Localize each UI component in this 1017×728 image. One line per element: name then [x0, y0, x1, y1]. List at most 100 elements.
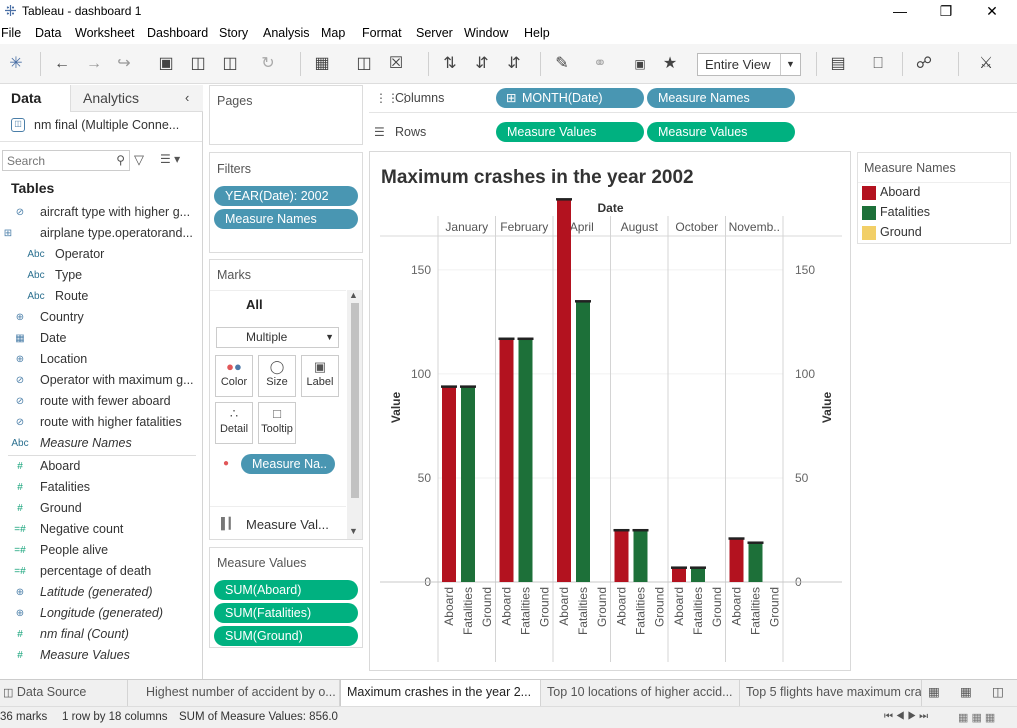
- scrollbar-thumb[interactable]: [351, 303, 359, 498]
- field-longitude-generated[interactable]: ⊕ Longitude (generated): [0, 603, 200, 624]
- menu-data[interactable]: Data: [35, 26, 61, 40]
- bar-chart[interactable]: Maximum crashes in the year 2002Date0 050…: [370, 152, 850, 670]
- tab-data-source[interactable]: ◫ Data Source: [0, 680, 128, 706]
- mv-pill-aboard[interactable]: SUM(Aboard): [214, 580, 358, 600]
- tab-top-5-flights[interactable]: Top 5 flights have maximum cra: [740, 680, 922, 706]
- field-latitude-generated[interactable]: ⊕ Latitude (generated): [0, 582, 200, 603]
- menu-analysis[interactable]: Analysis: [263, 26, 310, 40]
- search-input[interactable]: [7, 153, 107, 168]
- scroll-up-icon[interactable]: ▲: [349, 290, 358, 300]
- collapse-pane-icon[interactable]: ‹: [185, 85, 189, 112]
- clear-sheet-icon[interactable]: ☒: [386, 54, 406, 74]
- new-worksheet-icon[interactable]: ▦: [312, 54, 332, 74]
- bar-cap[interactable]: [460, 385, 476, 388]
- new-dashboard-tab-icon[interactable]: ▦: [954, 680, 986, 706]
- field-location[interactable]: ⊕ Location: [0, 349, 200, 370]
- tab-maximum-crashes[interactable]: Maximum crashes in the year 2...: [340, 680, 541, 706]
- marks-all-label[interactable]: All: [246, 297, 263, 312]
- rows-pill-measure-values-1[interactable]: Measure Values: [496, 122, 644, 142]
- tab-highest-accident[interactable]: Highest number of accident by o...: [140, 680, 340, 706]
- color-pill-measure-names[interactable]: Measure Na..: [241, 454, 335, 474]
- bar-cap[interactable]: [671, 566, 687, 569]
- bar-fatalities[interactable]: [633, 529, 648, 582]
- size-button[interactable]: ◯ Size: [258, 355, 296, 397]
- columns-pill-measure-names[interactable]: Measure Names: [647, 88, 795, 108]
- filter-icon[interactable]: ▽: [134, 152, 144, 168]
- view-options-icon[interactable]: ☰ ▾: [160, 152, 180, 166]
- fit-view-select[interactable]: Entire View ▼: [697, 53, 801, 76]
- filter-pill-year[interactable]: YEAR(Date): 2002: [214, 186, 358, 206]
- sort-ascending-icon[interactable]: ⇵: [472, 54, 492, 74]
- bar-fatalities[interactable]: [518, 338, 533, 582]
- presentation-icon[interactable]: ⎕: [868, 54, 888, 74]
- bar-aboard[interactable]: [614, 529, 629, 582]
- bar-fatalities[interactable]: [748, 542, 763, 582]
- bar-aboard[interactable]: [499, 338, 514, 582]
- bar-cap[interactable]: [556, 198, 572, 201]
- sort-descending-icon[interactable]: ⇵: [504, 54, 524, 74]
- field-aircraft-type-with-higher-g[interactable]: ⊘ aircraft type with higher g...: [0, 202, 200, 223]
- mv-pill-fatalities[interactable]: SUM(Fatalities): [214, 603, 358, 623]
- tab-top-10-locations[interactable]: Top 10 locations of higher accid...: [541, 680, 740, 706]
- marks-measure-values-row[interactable]: Measure Val...: [246, 517, 329, 532]
- field-negative-count[interactable]: =# Negative count: [0, 519, 200, 540]
- minimize-icon[interactable]: —: [877, 0, 923, 23]
- datasource-name[interactable]: nm final (Multiple Conne...: [34, 118, 179, 132]
- field-nm-final-count[interactable]: # nm final (Count): [0, 624, 200, 645]
- tooltip-button[interactable]: □ Tooltip: [258, 402, 296, 444]
- legend-label-fatalities[interactable]: Fatalities: [880, 205, 930, 219]
- menu-dashboard[interactable]: Dashboard: [147, 26, 208, 40]
- bar-cap[interactable]: [613, 528, 630, 532]
- field-people-alive[interactable]: =# People alive: [0, 540, 200, 561]
- marks-scrollbar[interactable]: ▲ ▼: [347, 290, 362, 539]
- bar-fatalities[interactable]: [691, 567, 705, 582]
- mv-pill-ground[interactable]: SUM(Ground): [214, 626, 358, 646]
- scroll-down-icon[interactable]: ▼: [349, 526, 358, 536]
- field-measure-values[interactable]: # Measure Values: [0, 645, 200, 666]
- rows-pill-measure-values-2[interactable]: Measure Values: [647, 122, 795, 142]
- menu-window[interactable]: Window: [464, 26, 508, 40]
- menu-story[interactable]: Story: [219, 26, 248, 40]
- label-button[interactable]: ▣ Label: [301, 355, 339, 397]
- bar-cap[interactable]: [747, 541, 764, 544]
- pause-updates-icon[interactable]: ◫: [220, 54, 240, 74]
- menu-map[interactable]: Map: [321, 26, 345, 40]
- color-button[interactable]: ●● Color: [215, 355, 253, 397]
- field-airplane-type-operatorand[interactable]: ⊞ airplane type.operatorand...: [0, 223, 200, 244]
- bar-aboard[interactable]: [729, 538, 744, 582]
- share-icon[interactable]: ☍: [914, 54, 934, 74]
- bar-aboard[interactable]: [557, 199, 571, 582]
- field-country[interactable]: ⊕ Country: [0, 307, 200, 328]
- search-box[interactable]: ⚲: [2, 150, 130, 171]
- bar-cap[interactable]: [575, 300, 591, 303]
- highlight-icon[interactable]: ✎: [552, 54, 572, 74]
- refresh-icon[interactable]: ↻: [258, 54, 278, 74]
- sheet-nav-icons[interactable]: ⏮ ◀ ▶ ⏭: [884, 711, 928, 722]
- new-story-tab-icon[interactable]: ◫: [986, 680, 1017, 706]
- mark-type-select[interactable]: Multiple ▼: [216, 327, 339, 348]
- detail-button[interactable]: ∴ Detail: [215, 402, 253, 444]
- duplicate-sheet-icon[interactable]: ◫: [354, 54, 374, 74]
- field-operator[interactable]: Abc Operator: [0, 244, 200, 265]
- bar-fatalities[interactable]: [576, 301, 590, 582]
- field-route[interactable]: Abc Route: [0, 286, 200, 307]
- undo-icon[interactable]: ←: [52, 54, 72, 74]
- maximize-icon[interactable]: ❐: [923, 0, 969, 23]
- bar-cap[interactable]: [441, 385, 457, 388]
- redo-icon[interactable]: →: [84, 54, 104, 74]
- bar-cap[interactable]: [632, 528, 649, 532]
- field-measure-names[interactable]: Abc Measure Names: [0, 433, 200, 454]
- bar-aboard[interactable]: [442, 386, 456, 582]
- field-ground[interactable]: # Ground: [0, 498, 200, 519]
- bar-fatalities[interactable]: [461, 386, 475, 582]
- legend-label-ground[interactable]: Ground: [880, 225, 922, 239]
- format-painter-icon[interactable]: ⚔: [976, 54, 996, 74]
- menu-format[interactable]: Format: [362, 26, 402, 40]
- bar-cap[interactable]: [517, 337, 534, 341]
- filter-pill-measure-names[interactable]: Measure Names: [214, 209, 358, 229]
- sheet-view-icons[interactable]: ▦ ▦ ▦: [958, 711, 995, 724]
- close-icon[interactable]: ✕: [969, 0, 1015, 23]
- new-datasource-icon[interactable]: ◫: [188, 54, 208, 74]
- fix-axes-icon[interactable]: ★: [660, 54, 680, 74]
- replay-icon[interactable]: ↪: [114, 54, 134, 74]
